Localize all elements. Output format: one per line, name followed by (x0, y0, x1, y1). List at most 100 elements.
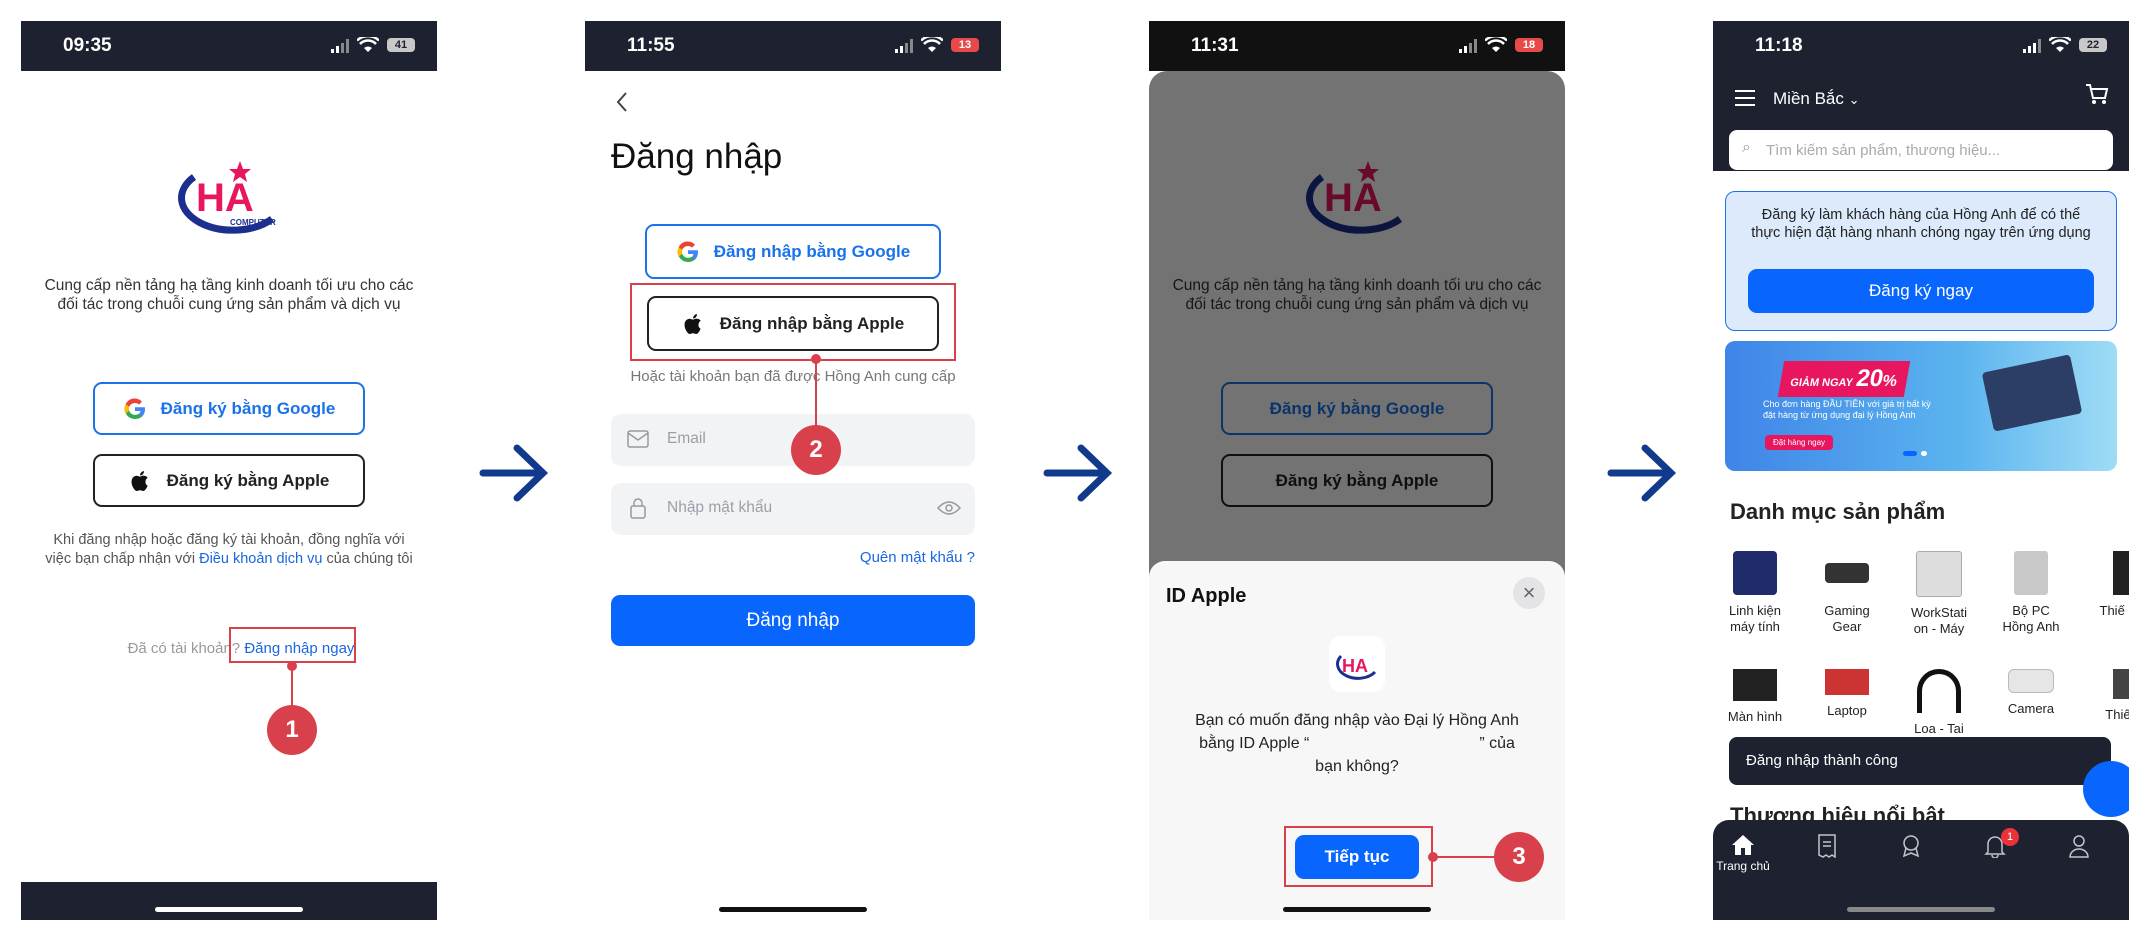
modal-line-1: Bạn có muốn đăng nhập vào Đại lý Hồng An… (1195, 712, 1519, 729)
search-icon: ⌕ (1742, 139, 1751, 156)
category-image (1733, 669, 1777, 701)
signal-icon (331, 39, 349, 53)
step-badge-3: 3 (1494, 832, 1544, 882)
home-indicator (719, 907, 867, 912)
status-bar: 11:18 22 (1713, 21, 2129, 71)
toast-text: Đăng nhập thành công (1746, 752, 1898, 769)
signup-sheet: HA COMPUTER Cung cấp nền tảng hạ tầng ki… (21, 71, 437, 882)
step-badge-2: 2 (791, 425, 841, 475)
tab-orders[interactable] (1797, 834, 1857, 861)
chevron-down-icon: ⌄ (1848, 92, 1860, 107)
battery-indicator: 18 (1515, 38, 1543, 52)
callout-line-3 (1434, 856, 1496, 858)
apple-button-label: Đăng ký bằng Apple (166, 470, 330, 490)
category-item[interactable]: Màn hình (1719, 669, 1791, 725)
wifi-icon (921, 37, 943, 52)
highlight-box-2 (630, 283, 956, 361)
step-badge-1: 1 (267, 705, 317, 755)
category-item[interactable]: Loa - Tai (1903, 669, 1975, 737)
modal-title: ID Apple (1166, 585, 1247, 607)
app-logo-icon: HA (1336, 654, 1377, 680)
promo-banner[interactable]: GIẢM NGAY 20% Cho đơn hàng ĐẦU TIÊN với … (1725, 341, 2117, 471)
mail-icon (627, 430, 649, 448)
status-bar: 11:31 18 (1149, 21, 1565, 71)
login-google-button[interactable]: Đăng nhập bằng Google (645, 224, 941, 279)
bottom-bar (21, 882, 437, 920)
banner-order-button[interactable]: Đặt hàng ngay (1765, 435, 1834, 450)
status-time: 11:31 (1191, 35, 1239, 56)
back-chevron-icon[interactable] (615, 91, 629, 113)
modal-line-2b: ” của (1479, 735, 1515, 752)
category-image (2113, 551, 2129, 595)
lock-icon (630, 498, 646, 519)
wifi-icon (357, 37, 379, 52)
signup-google-button[interactable]: Đăng ký bằng Google (93, 382, 365, 435)
receipt-icon (1818, 834, 1836, 859)
modal-message: Bạn có muốn đăng nhập vào Đại lý Hồng An… (1169, 709, 1545, 778)
home-indicator (1283, 907, 1431, 912)
logo-letters: HA (196, 176, 254, 220)
status-time: 11:18 (1755, 35, 1803, 56)
category-label: Laptop (1827, 703, 1867, 718)
tab-home[interactable]: Trang chủ (1713, 834, 1773, 873)
forgot-password-link[interactable]: Quên mật khẩu ? (860, 549, 975, 566)
category-item[interactable]: Bộ PC Hồng Anh (1995, 551, 2067, 635)
modal-line-2: bằng ID Apple “ ” của (1169, 732, 1545, 755)
category-item[interactable]: Laptop (1811, 669, 1883, 719)
arrow-right-icon (1607, 444, 1677, 502)
signal-icon (1459, 39, 1477, 53)
google-icon (677, 240, 698, 262)
app-logo-letters: HA (1342, 656, 1368, 676)
category-label: Gaming Gear (1824, 603, 1870, 634)
login-button[interactable]: Đăng nhập (611, 595, 975, 646)
app-icon: HA (1329, 636, 1385, 692)
signal-icon (2023, 39, 2041, 53)
email-placeholder: Email (667, 430, 706, 447)
category-item[interactable]: Gaming Gear (1811, 551, 1883, 635)
category-item[interactable]: WorkStati on - Máy (1903, 551, 1975, 637)
category-item[interactable]: Thiế v (2087, 669, 2129, 723)
tab-bar: Trang chủ 1 (1713, 820, 2129, 920)
category-label: WorkStati on - Máy (1910, 605, 1968, 636)
category-image (2113, 669, 2129, 699)
category-label: Thiế v (2105, 707, 2129, 722)
logo-sub: COMPUTER (230, 218, 276, 227)
category-label: Bộ PC Hồng Anh (2002, 603, 2060, 634)
login-sheet: Đăng nhập Đăng nhập bằng Google Đăng nhậ… (585, 71, 1001, 920)
region-selector[interactable]: Miền Bắc ⌄ (1773, 89, 1860, 109)
terms-suffix: của chúng tôi (322, 551, 413, 567)
category-item[interactable]: Linh kiện máy tính (1719, 551, 1791, 635)
category-label: Linh kiện máy tính (1728, 603, 1782, 634)
category-item[interactable]: Camera (1995, 669, 2067, 717)
success-toast: Đăng nhập thành công (1729, 737, 2111, 785)
menu-icon[interactable] (1735, 90, 1755, 106)
search-input[interactable]: ⌕ Tìm kiếm sản phẩm, thương hiệu... (1729, 130, 2113, 170)
password-field[interactable]: Nhập mật khẩu (611, 483, 975, 535)
close-icon[interactable]: × (1513, 577, 1545, 609)
eye-icon[interactable] (937, 500, 961, 516)
category-image (2014, 551, 2048, 595)
floating-action-button[interactable] (2083, 761, 2129, 817)
tab-account[interactable] (2049, 834, 2109, 861)
wifi-icon (2049, 37, 2071, 52)
category-item[interactable]: Thiế mạ (2087, 551, 2129, 619)
home-indicator (155, 907, 303, 912)
section-title: Danh mục sản phẩm (1730, 499, 1946, 524)
battery-indicator: 41 (387, 38, 415, 52)
tab-notifications[interactable]: 1 (1965, 828, 2025, 861)
highlight-box-3 (1284, 826, 1433, 887)
signal-icon (895, 39, 913, 53)
tab-rewards[interactable] (1881, 834, 1941, 861)
category-image (1733, 551, 1777, 595)
category-label: Loa - Tai (1914, 721, 1964, 736)
status-time: 11:55 (627, 35, 675, 56)
password-placeholder: Nhập mật khẩu (667, 499, 773, 516)
signup-apple-button[interactable]: Đăng ký bằng Apple (93, 454, 365, 507)
cart-icon[interactable] (2085, 83, 2109, 105)
highlight-box-1 (229, 627, 356, 663)
terms-link[interactable]: Điều khoản dịch vụ (199, 551, 322, 567)
badge-icon (1902, 835, 1920, 858)
category-image (2008, 669, 2054, 693)
screen-login: 11:55 13 Đăng nhập Đăng nhập bằng Google… (585, 21, 1001, 920)
register-now-button[interactable]: Đăng ký ngay (1748, 269, 2094, 313)
